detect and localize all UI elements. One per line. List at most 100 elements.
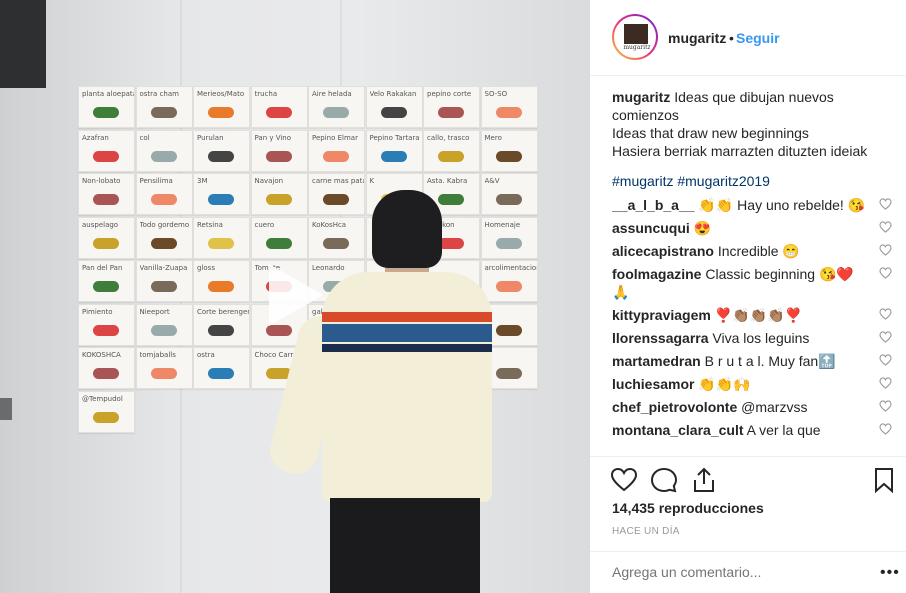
comment-like-heart-icon[interactable] [879, 400, 892, 412]
more-options-icon[interactable]: ••• [880, 564, 900, 582]
drawing-card-illustration [93, 150, 119, 162]
drawing-card-illustration [150, 107, 177, 118]
comment-like-heart-icon[interactable] [879, 267, 892, 279]
follow-button[interactable]: Seguir [736, 30, 780, 46]
person-pants [330, 498, 480, 593]
comment-text: ❣️👏🏽👏🏽👏🏽❣️ [714, 307, 802, 323]
drawing-card-label: Mero [484, 133, 502, 142]
view-count[interactable]: 14,435 reproducciones [612, 500, 764, 516]
comment-row: kittypraviagem ❣️👏🏽👏🏽👏🏽❣️ [612, 304, 892, 327]
avatar-image: mugaritz [614, 16, 656, 58]
drawing-card-label: trucha [254, 90, 278, 98]
comment-like-heart-icon[interactable] [879, 377, 892, 389]
drawing-card: Velo Rakakan [365, 86, 423, 128]
comment-username[interactable]: kittypraviagem [612, 307, 711, 323]
comment-username[interactable]: foolmagazine [612, 266, 701, 282]
drawing-card: @Tempudol [78, 390, 135, 433]
sweater-pattern [322, 344, 492, 352]
bookmark-icon[interactable] [870, 466, 898, 494]
drawing-card: 3M [193, 173, 250, 215]
comment-like-heart-icon[interactable] [879, 308, 892, 320]
drawing-card-illustration [380, 107, 407, 118]
drawing-card: auspelago [78, 216, 135, 259]
comment-text: 👏👏 Hay uno rebelde! 😘 [698, 197, 866, 213]
drawing-card-illustration [208, 107, 234, 118]
comment-username[interactable]: alicecapistrano [612, 243, 714, 259]
post-video[interactable]: planta aloepatam ostra cham Merieos/Mato tr… [0, 0, 590, 593]
comment-like-heart-icon[interactable] [879, 423, 892, 435]
drawing-card: Pan del Pan [78, 260, 135, 302]
drawing-card-label: ostra [197, 351, 215, 359]
comment-row: chef_pietrovolonte @marzvss [612, 396, 892, 419]
drawing-card: Vanilla-Zuapa [135, 260, 193, 302]
drawing-card-label: callo, trasco [427, 133, 470, 142]
drawing-card-illustration [93, 281, 119, 292]
drawing-card-illustration [495, 150, 522, 162]
comment-like-heart-icon[interactable] [879, 244, 892, 256]
drawing-card: pepino corte [423, 86, 480, 128]
comment-like-heart-icon[interactable] [879, 354, 892, 366]
comment-row: __a_l_b_a__ 👏👏 Hay uno rebelde! 😘 [612, 194, 892, 217]
drawing-card-label: Vanilla-Zuapa [139, 264, 188, 272]
drawing-card: Nieeport [135, 303, 193, 346]
comment-username[interactable]: assuncuqui [612, 220, 690, 236]
drawing-card-label: Navajon [254, 177, 284, 185]
header-username[interactable]: mugaritz [668, 30, 726, 46]
comment-row: foolmagazine Classic beginning 😘❤️🙏 [612, 263, 892, 304]
drawing-card: Corte berengena [193, 303, 250, 346]
drawing-card: Aire helada [308, 86, 365, 128]
person-hat [372, 190, 442, 268]
avatar-logo-text: mugaritz [623, 44, 651, 51]
drawing-card: Non-lobato [78, 173, 135, 215]
caption-hashtags[interactable]: #mugaritz #mugaritz2019 [612, 172, 892, 190]
drawing-card-label: tomjaballs [139, 351, 176, 359]
drawing-card-label: KOKOSHCA [82, 351, 121, 359]
caption-username[interactable]: mugaritz [612, 89, 670, 105]
comment-row: llorenssagarra Viva los leguins [612, 327, 892, 350]
instagram-post: planta aloepatam ostra cham Merieos/Mato tr… [0, 0, 906, 593]
drawing-card: Retsina [193, 216, 250, 259]
drawing-card-label: gloss [197, 264, 215, 272]
comment-username[interactable]: __a_l_b_a__ [612, 197, 695, 213]
drawing-card-label: SO-SO [484, 90, 508, 98]
add-comment-input[interactable] [612, 564, 852, 580]
comment-icon[interactable] [650, 466, 678, 494]
comment-like-heart-icon[interactable] [879, 198, 892, 210]
drawing-card: KOKOSHCA [78, 347, 135, 389]
like-heart-icon[interactable] [610, 466, 638, 494]
drawing-card-label: A&V [484, 177, 500, 185]
drawing-card-label: Nieeport [139, 307, 170, 316]
drawing-card: Pepino Elmar [308, 129, 365, 172]
share-icon[interactable] [690, 466, 718, 494]
drawing-card-label: Merieos/Mato [197, 90, 245, 98]
drawing-card-illustration [150, 281, 177, 292]
drawing-card-illustration [208, 150, 234, 162]
drawing-card: Purulan [193, 129, 250, 172]
drawing-card: Merieos/Mato [193, 86, 250, 128]
comment-username[interactable]: llorenssagarra [612, 330, 709, 346]
avatar[interactable]: mugaritz [612, 14, 658, 60]
tv-screen [0, 0, 46, 88]
drawing-card-label: @Tempudol [82, 394, 123, 403]
drawing-card: Pimiento [78, 303, 135, 346]
drawing-card-illustration [438, 107, 464, 118]
drawing-card-illustration [265, 150, 292, 162]
drawing-card-illustration [150, 150, 177, 162]
sweater-pattern [322, 312, 492, 322]
comment-like-heart-icon[interactable] [879, 331, 892, 343]
person-drawing [265, 190, 510, 593]
drawing-card-label: Velo Rakakan [369, 90, 417, 98]
comment-text: B r u t a l. Muy fan🔝 [704, 353, 836, 369]
drawing-card-label: Pan del Pan [82, 264, 123, 272]
comments-list[interactable]: mugaritz Ideas que dibujan nuevos comien… [612, 88, 892, 458]
drawing-card-label: auspelago [82, 220, 119, 229]
comment-username[interactable]: martamedran [612, 353, 701, 369]
play-icon[interactable] [255, 258, 329, 332]
drawing-card-illustration [208, 368, 234, 379]
comment-username[interactable]: chef_pietrovolonte [612, 399, 737, 415]
comment-username[interactable]: luchiesamor [612, 376, 694, 392]
drawing-card-label: pepino corte [427, 90, 472, 98]
comment-like-heart-icon[interactable] [879, 221, 892, 233]
comment-username[interactable]: montana_clara_cult [612, 422, 744, 438]
drawing-card-label: carne mas patata [312, 177, 364, 185]
